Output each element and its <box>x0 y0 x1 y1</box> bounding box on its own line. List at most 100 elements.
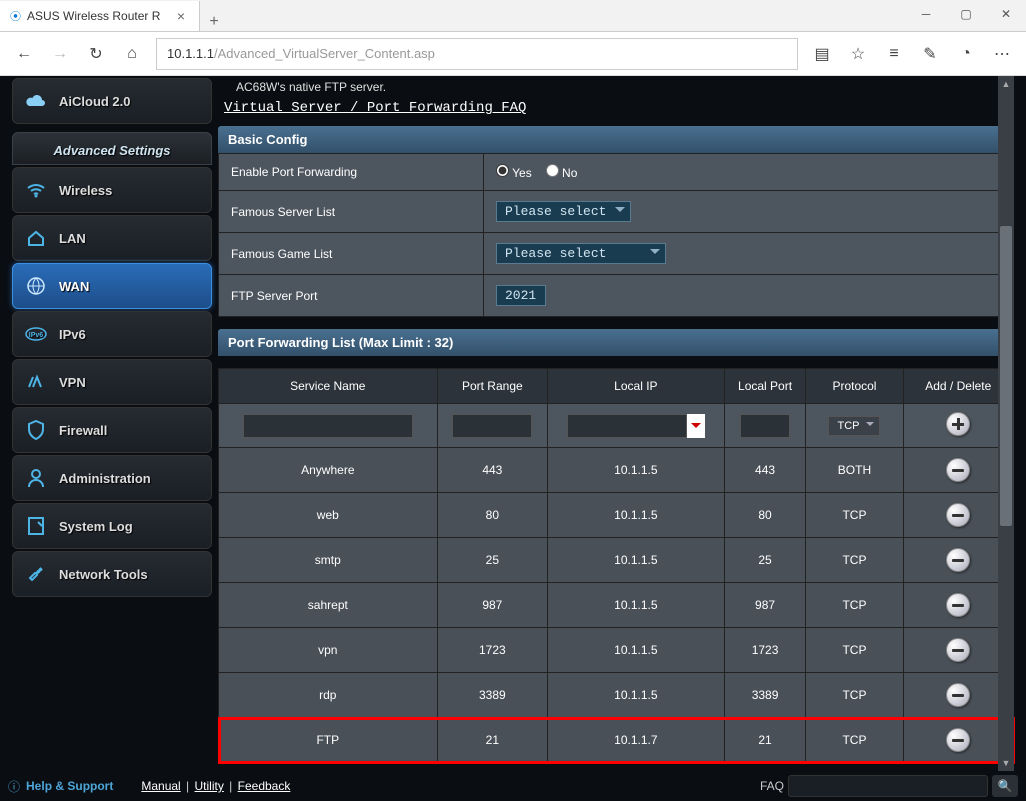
hub-button[interactable]: ≡ <box>878 38 910 70</box>
sidebar-label: Wireless <box>59 183 112 198</box>
delete-button[interactable] <box>946 458 970 482</box>
manual-link[interactable]: Manual <box>141 779 180 793</box>
scrollbar-thumb[interactable] <box>1000 226 1012 526</box>
sidebar-label: Administration <box>59 471 151 486</box>
cell-port: 3389 <box>724 673 806 718</box>
cell-port: 987 <box>724 583 806 628</box>
ftp-port-label: FTP Server Port <box>219 275 484 317</box>
add-button[interactable] <box>946 412 970 436</box>
famous-server-label: Famous Server List <box>219 191 484 233</box>
faq-search-button[interactable]: 🔍 <box>992 775 1018 797</box>
url-path: /Advanced_VirtualServer_Content.asp <box>214 46 435 61</box>
sidebar-item-wan[interactable]: WAN <box>12 263 212 309</box>
notes-button[interactable]: ✎ <box>914 38 946 70</box>
scroll-up-arrow[interactable]: ▲ <box>998 76 1014 92</box>
new-tab-button[interactable]: + <box>200 13 228 31</box>
sidebar-item-vpn[interactable]: VPN <box>12 359 212 405</box>
ip-dropdown-button[interactable] <box>687 414 705 438</box>
url-bar[interactable]: 10.1.1.1/Advanced_VirtualServer_Content.… <box>156 38 798 70</box>
delete-button[interactable] <box>946 728 970 752</box>
pf-row: Anywhere44310.1.1.5443BOTH <box>219 448 1014 493</box>
home-button[interactable]: ⌂ <box>116 38 148 70</box>
delete-button[interactable] <box>946 503 970 527</box>
faq-link[interactable]: Virtual Server / Port Forwarding FAQ <box>218 98 526 126</box>
sidebar-item-administration[interactable]: Administration <box>12 455 212 501</box>
cell-range: 1723 <box>437 628 547 673</box>
basic-config-table: Enable Port Forwarding Yes No Famous Ser… <box>218 153 1014 317</box>
faq-search-input[interactable] <box>788 775 988 797</box>
sidebar-item-system-log[interactable]: System Log <box>12 503 212 549</box>
minimize-button[interactable]: ─ <box>906 0 946 28</box>
cell-proto: TCP <box>806 538 903 583</box>
sidebar-label: Firewall <box>59 423 107 438</box>
delete-button[interactable] <box>946 683 970 707</box>
pf-row: web8010.1.1.580TCP <box>219 493 1014 538</box>
basic-config-header: Basic Config <box>218 126 1014 153</box>
sidebar-item-aicloud[interactable]: AiCloud 2.0 <box>12 78 212 124</box>
protocol-select[interactable]: TCP <box>828 416 880 436</box>
radio-yes[interactable]: Yes <box>496 164 532 180</box>
home-icon <box>25 227 47 249</box>
cell-service: vpn <box>219 628 438 673</box>
back-button[interactable]: ← <box>8 38 40 70</box>
port-range-input[interactable] <box>452 414 532 438</box>
feedback-link[interactable]: Feedback <box>238 779 291 793</box>
wifi-icon <box>25 179 47 201</box>
cell-port: 25 <box>724 538 806 583</box>
sidebar-label: IPv6 <box>59 327 86 342</box>
cell-port: 21 <box>724 718 806 763</box>
utility-link[interactable]: Utility <box>195 779 224 793</box>
tab-title: ASUS Wireless Router R <box>27 9 160 23</box>
pf-row: rdp338910.1.1.53389TCP <box>219 673 1014 718</box>
sidebar-item-wireless[interactable]: Wireless <box>12 167 212 213</box>
sidebar-item-ipv6[interactable]: IPv6 IPv6 <box>12 311 212 357</box>
favorites-button[interactable]: ☆ <box>842 38 874 70</box>
delete-button[interactable] <box>946 638 970 662</box>
th-port: Local Port <box>724 369 806 404</box>
pf-row: smtp2510.1.1.525TCP <box>219 538 1014 583</box>
window-controls: ─ ▢ ✕ <box>906 0 1026 28</box>
radio-no[interactable]: No <box>546 164 578 180</box>
reading-view-button[interactable]: ▤ <box>806 38 838 70</box>
vertical-scrollbar[interactable]: ▲ ▼ <box>998 76 1014 771</box>
cell-ip: 10.1.1.5 <box>548 448 725 493</box>
famous-server-select[interactable]: Please select <box>496 201 631 222</box>
share-button[interactable]: ◔ <box>950 38 982 70</box>
cell-ip: 10.1.1.5 <box>548 673 725 718</box>
sidebar-label: AiCloud 2.0 <box>59 94 131 109</box>
forward-button[interactable]: → <box>44 38 76 70</box>
cell-proto: BOTH <box>806 448 903 493</box>
more-button[interactable]: ⋯ <box>986 38 1018 70</box>
sidebar-item-network-tools[interactable]: Network Tools <box>12 551 212 597</box>
pf-list-header: Port Forwarding List (Max Limit : 32) <box>218 329 1014 356</box>
sidebar-item-firewall[interactable]: Firewall <box>12 407 212 453</box>
sidebar-item-lan[interactable]: LAN <box>12 215 212 261</box>
cell-service: Anywhere <box>219 448 438 493</box>
scroll-down-arrow[interactable]: ▼ <box>998 755 1014 771</box>
faq-label: FAQ <box>760 779 784 793</box>
cell-service: web <box>219 493 438 538</box>
cell-ip: 10.1.1.7 <box>548 718 725 763</box>
cell-ip: 10.1.1.5 <box>548 538 725 583</box>
cell-ip: 10.1.1.5 <box>548 628 725 673</box>
refresh-button[interactable]: ↻ <box>80 38 112 70</box>
router-body: AiCloud 2.0 Advanced Settings Wireless L… <box>0 76 1026 801</box>
service-input[interactable] <box>243 414 413 438</box>
local-port-input[interactable] <box>740 414 790 438</box>
info-icon: ⓘ <box>8 778 20 795</box>
cell-service: rdp <box>219 673 438 718</box>
close-tab-button[interactable]: × <box>173 8 189 24</box>
close-window-button[interactable]: ✕ <box>986 0 1026 28</box>
enable-pf-label: Enable Port Forwarding <box>219 154 484 191</box>
sidebar-label: LAN <box>59 231 86 246</box>
cell-proto: TCP <box>806 628 903 673</box>
ftp-port-input[interactable] <box>496 285 546 306</box>
famous-game-select[interactable]: Please select <box>496 243 666 264</box>
sidebar-label: WAN <box>59 279 89 294</box>
browser-tab[interactable]: ⦿ ASUS Wireless Router R × <box>0 1 200 31</box>
maximize-button[interactable]: ▢ <box>946 0 986 28</box>
pf-row: FTP2110.1.1.721TCP <box>219 718 1014 763</box>
delete-button[interactable] <box>946 548 970 572</box>
delete-button[interactable] <box>946 593 970 617</box>
local-ip-input[interactable] <box>567 414 687 438</box>
